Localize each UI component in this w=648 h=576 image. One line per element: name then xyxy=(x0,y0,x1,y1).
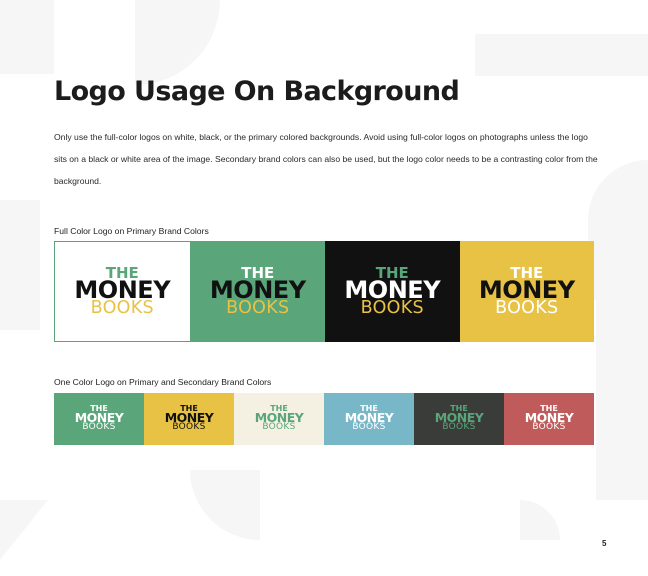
one-color-swatch-2: THE MONEY BOOKS xyxy=(144,393,234,445)
full-color-swatch-4: THE MONEY BOOKS xyxy=(459,241,594,342)
logo-word-books: BOOKS xyxy=(360,297,424,318)
money-books-logo: THE MONEY BOOKS xyxy=(255,405,304,432)
full-color-swatch-1: THE MONEY BOOKS xyxy=(54,241,191,342)
logo-word-books: BOOKS xyxy=(352,421,386,432)
logo-word-books: BOOKS xyxy=(442,421,476,432)
full-color-swatch-2: THE MONEY BOOKS xyxy=(190,241,325,342)
one-color-swatch-6: THE MONEY BOOKS xyxy=(504,393,594,445)
one-color-logo-row: THE MONEY BOOKS THE MONEY BOOKS THE MONEY BOOKS T… xyxy=(54,393,594,445)
one-color-swatch-4: THE MONEY BOOKS xyxy=(324,393,414,445)
money-books-logo: THE MONEY BOOKS xyxy=(525,405,574,432)
one-color-swatch-1: THE MONEY BOOKS xyxy=(54,393,144,445)
logo-word-books: BOOKS xyxy=(90,297,154,318)
full-color-section-label: Full Color Logo on Primary Brand Colors xyxy=(54,226,209,236)
page-number: 5 xyxy=(602,539,607,548)
one-color-section-label: One Color Logo on Primary and Secondary … xyxy=(54,377,272,387)
money-books-logo: THE MONEY BOOKS xyxy=(345,405,394,432)
logo-word-books: BOOKS xyxy=(495,297,559,318)
money-books-logo: THE MONEY BOOKS xyxy=(210,266,306,318)
logo-word-books: BOOKS xyxy=(226,297,290,318)
logo-word-books: BOOKS xyxy=(82,421,116,432)
logo-word-books: BOOKS xyxy=(172,421,206,432)
one-color-swatch-5: THE MONEY BOOKS xyxy=(414,393,504,445)
money-books-logo: THE MONEY BOOKS xyxy=(75,405,124,432)
money-books-logo: THE MONEY BOOKS xyxy=(344,266,440,318)
logo-word-books: BOOKS xyxy=(532,421,566,432)
full-color-logo-row: THE MONEY BOOKS THE MONEY BOOKS THE MONEY BOOKS T… xyxy=(54,241,594,342)
logo-word-books: BOOKS xyxy=(262,421,296,432)
money-books-logo: THE MONEY BOOKS xyxy=(165,405,214,432)
one-color-swatch-3: THE MONEY BOOKS xyxy=(234,393,324,445)
intro-paragraph: Only use the full-color logos on white, … xyxy=(54,132,598,186)
money-books-logo: THE MONEY BOOKS xyxy=(479,266,575,318)
money-books-logo: THE MONEY BOOKS xyxy=(74,266,170,318)
page-title: Logo Usage On Background xyxy=(54,76,460,107)
full-color-swatch-3: THE MONEY BOOKS xyxy=(325,241,460,342)
money-books-logo: THE MONEY BOOKS xyxy=(435,405,484,432)
